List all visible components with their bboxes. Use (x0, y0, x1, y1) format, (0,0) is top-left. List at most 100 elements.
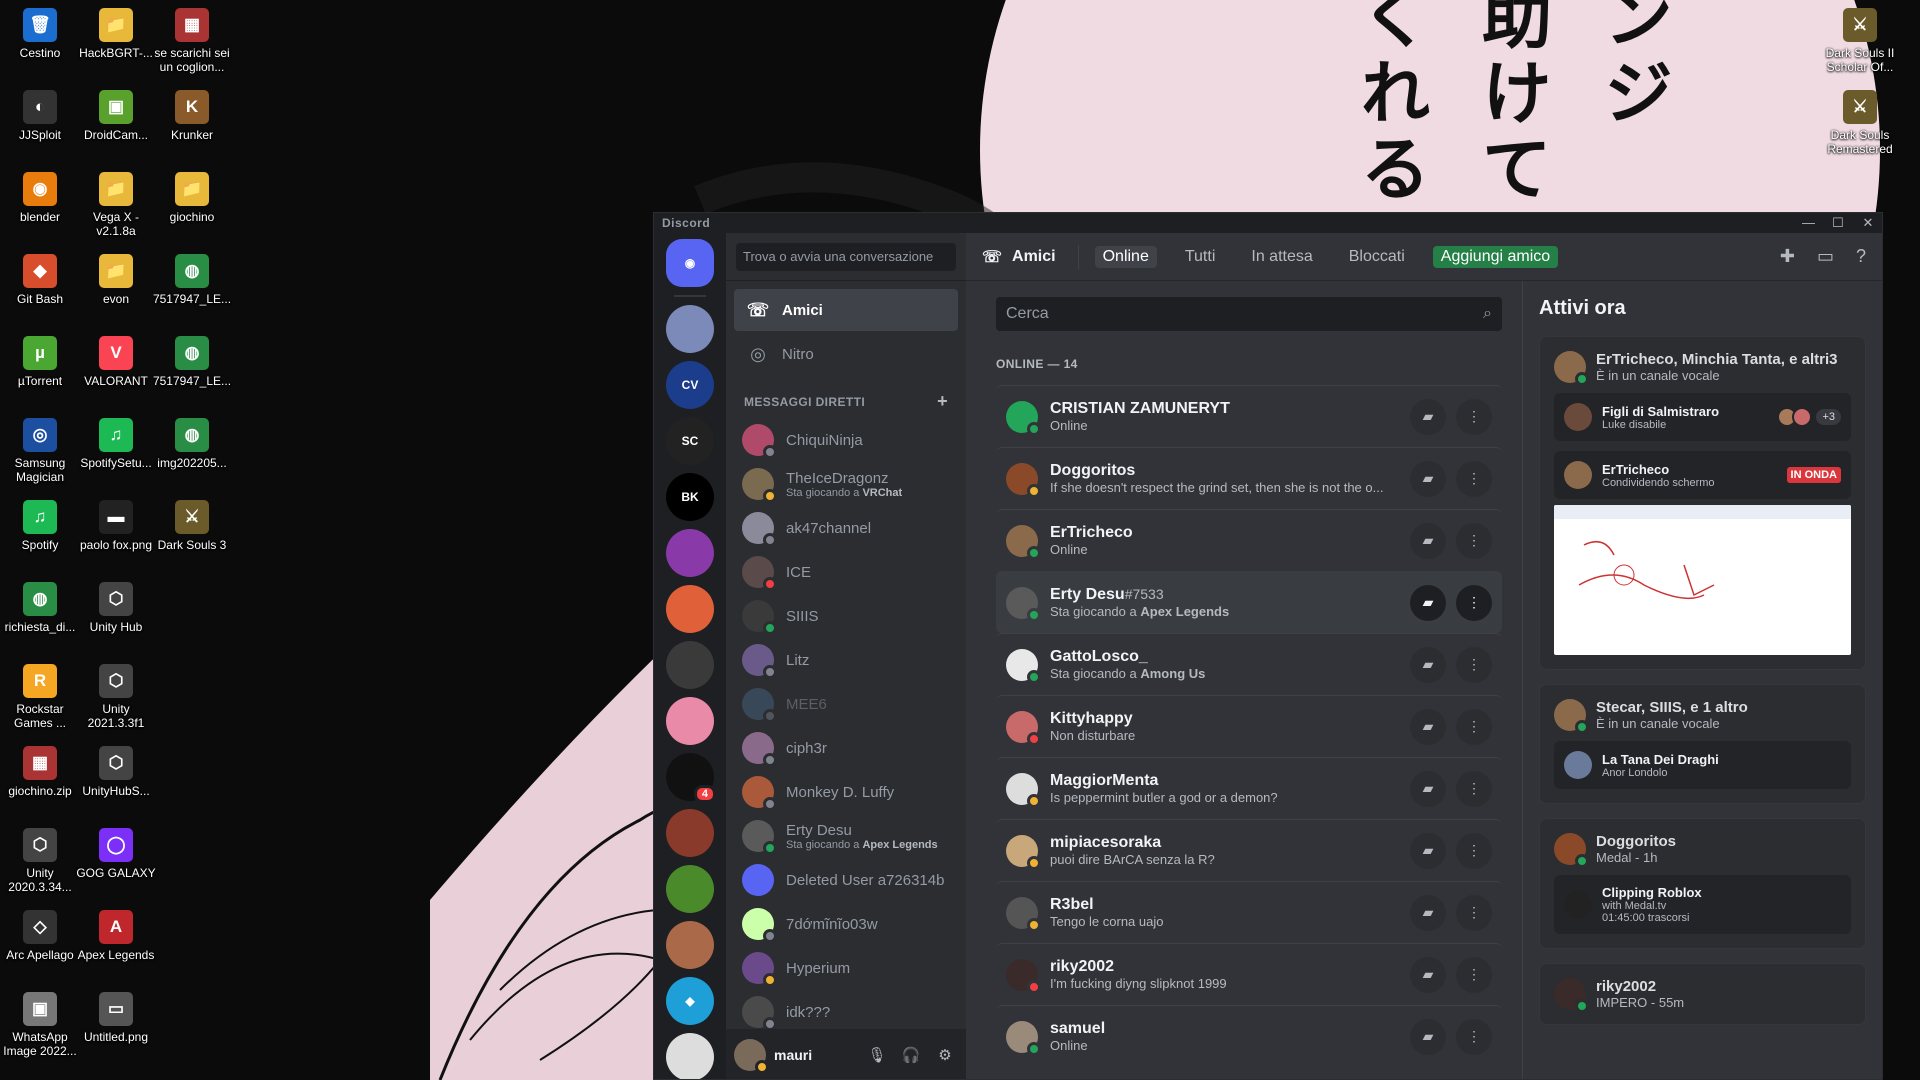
friend-row[interactable]: R3bel Tengo le corna uajo ▰ ⋮ (996, 881, 1502, 943)
desktop-icon-3[interactable]: ◐ JJSploit (0, 90, 80, 142)
friend-avatar[interactable] (1006, 524, 1041, 560)
mic-icon[interactable]: 🎙 (864, 1046, 890, 1064)
dm-item[interactable]: Monkey D. Luffy (734, 770, 958, 814)
more-options-icon[interactable]: ⋮ (1456, 1018, 1492, 1055)
server-icon[interactable] (666, 1033, 714, 1079)
dm-item[interactable]: Deleted User a726314b (734, 858, 958, 902)
friend-row[interactable]: Kittyhappy Non disturbare ▰ ⋮ (996, 695, 1502, 757)
desktop-icon-30[interactable]: A Apex Legends (76, 910, 156, 962)
maximize-button[interactable]: ☐ (1832, 215, 1844, 231)
server-icon[interactable]: ◆ (666, 977, 714, 1025)
message-icon[interactable]: ▰ (1410, 894, 1446, 931)
desktop-icon-1[interactable]: 📁 HackBGRT-... (76, 8, 156, 60)
desktop-icon-12[interactable]: µ µTorrent (0, 336, 80, 388)
desktop-icon-2[interactable]: ▦ se scarichi sei un coglion... (152, 8, 232, 74)
server-icon[interactable]: 4 (666, 753, 716, 803)
friend-avatar[interactable] (1006, 400, 1041, 436)
dm-item[interactable]: Hyperium (734, 946, 958, 990)
desktop-icon-17[interactable]: ◍ img202205... (152, 418, 232, 470)
desktop-icon-25[interactable]: ▦ giochino.zip (0, 746, 80, 798)
dm-item[interactable]: Litz (734, 638, 958, 682)
active-now-card[interactable]: Stecar, SIIIS, e 1 altro È in un canale v… (1539, 684, 1866, 804)
card-avatar[interactable] (1554, 351, 1589, 386)
friend-avatar[interactable] (1006, 958, 1041, 994)
friend-row[interactable]: ErTricheco Online ▰ ⋮ (996, 509, 1502, 571)
activity-avatar[interactable] (1564, 403, 1592, 431)
dm-avatar[interactable] (742, 864, 774, 896)
more-options-icon[interactable]: ⋮ (1456, 956, 1492, 993)
activity-row[interactable]: La Tana Dei Draghi Anor Londolo (1554, 741, 1851, 789)
friends-search-input[interactable]: Cerca ⌕ (996, 297, 1502, 331)
dm-item[interactable]: Erty Desu Sta giocando a Apex Legends (734, 814, 958, 858)
dm-avatar[interactable] (742, 468, 777, 503)
minimize-button[interactable]: — (1802, 215, 1815, 231)
message-icon[interactable]: ▰ (1410, 522, 1446, 559)
desktop-icon-15[interactable]: ◎ Samsung Magician (0, 418, 80, 484)
dm-item[interactable]: ciph3r (734, 726, 958, 770)
desktop-icon-33[interactable]: ⚔ Dark Souls II Scholar Of... (1820, 8, 1900, 74)
desktop-icon-16[interactable]: ♫ SpotifySetu... (76, 418, 156, 470)
card-avatar[interactable] (1554, 699, 1589, 734)
message-icon[interactable]: ▰ (1410, 584, 1446, 621)
desktop-icon-21[interactable]: ◍ richiesta_di... (0, 582, 80, 634)
desktop-icon-24[interactable]: ⬡ Unity 2021.3.3f1 (76, 664, 156, 730)
more-options-icon[interactable]: ⋮ (1456, 832, 1492, 869)
server-icon[interactable] (666, 865, 714, 913)
more-options-icon[interactable]: ⋮ (1456, 646, 1492, 683)
desktop-icon-10[interactable]: 📁 evon (76, 254, 156, 306)
new-group-dm-icon[interactable]: ✚ (1780, 246, 1795, 267)
desktop-icon-26[interactable]: ⬡ UnityHubS... (76, 746, 156, 798)
tab-pending[interactable]: In attesa (1243, 246, 1320, 268)
server-icon[interactable] (666, 305, 714, 353)
friend-avatar[interactable] (1006, 648, 1041, 684)
desktop-icon-4[interactable]: ▣ DroidCam... (76, 90, 156, 142)
tab-online[interactable]: Online (1094, 245, 1157, 268)
desktop-icon-5[interactable]: K Krunker (152, 90, 232, 142)
friend-row[interactable]: riky2002 I'm fucking diyng slipknot 1999 ▰… (996, 943, 1502, 1005)
message-icon[interactable]: ▰ (1410, 832, 1446, 869)
dm-avatar[interactable] (742, 952, 777, 987)
desktop-icon-20[interactable]: ⚔ Dark Souls 3 (152, 500, 232, 552)
dm-avatar[interactable] (742, 644, 777, 679)
desktop-icon-9[interactable]: ◆ Git Bash (0, 254, 80, 306)
server-icon[interactable] (666, 641, 714, 689)
friend-avatar[interactable] (1006, 586, 1041, 622)
server-icon[interactable] (666, 921, 714, 969)
friend-avatar[interactable] (1006, 834, 1041, 870)
dm-avatar[interactable] (742, 600, 777, 635)
help-icon[interactable]: ? (1856, 246, 1866, 267)
desktop-icon-7[interactable]: 📁 Vega X - v2.1.8a (76, 172, 156, 238)
dm-item[interactable]: idk??? (734, 990, 958, 1034)
dm-item[interactable]: SIIIS (734, 594, 958, 638)
server-icon[interactable] (666, 809, 714, 857)
dm-avatar[interactable] (742, 512, 777, 547)
active-now-card[interactable]: Doggoritos Medal - 1h Clipping Roblox with … (1539, 818, 1866, 949)
user-avatar[interactable] (734, 1039, 769, 1074)
tab-all[interactable]: Tutti (1177, 246, 1224, 268)
inbox-icon[interactable]: ▭ (1817, 246, 1834, 267)
friend-avatar[interactable] (1006, 896, 1041, 932)
user-name[interactable]: mauri (774, 1047, 856, 1063)
dm-item[interactable]: MEE6 (734, 682, 958, 726)
more-options-icon[interactable]: ⋮ (1456, 460, 1492, 497)
message-icon[interactable]: ▰ (1410, 398, 1446, 435)
message-icon[interactable]: ▰ (1410, 956, 1446, 993)
close-button[interactable]: ✕ (1862, 215, 1874, 231)
dm-avatar[interactable] (742, 556, 777, 591)
friend-avatar[interactable] (1006, 772, 1041, 808)
more-options-icon[interactable]: ⋮ (1456, 398, 1492, 435)
message-icon[interactable]: ▰ (1410, 460, 1446, 497)
server-icon[interactable]: SC (666, 417, 714, 465)
friend-avatar[interactable] (1006, 1020, 1041, 1056)
headphones-icon[interactable]: 🎧 (898, 1046, 924, 1064)
more-options-icon[interactable]: ⋮ (1456, 894, 1492, 931)
active-now-card[interactable]: riky2002 IMPERO - 55m (1539, 963, 1866, 1025)
message-icon[interactable]: ▰ (1410, 708, 1446, 745)
friend-row[interactable]: mipiacesoraka puoi dire BArCA senza la R?… (996, 819, 1502, 881)
desktop-icon-28[interactable]: ◯ GOG GALAXY (76, 828, 156, 880)
desktop-icon-34[interactable]: ⚔ Dark Souls Remastered (1820, 90, 1900, 156)
nav-nitro[interactable]: ◎ Nitro (734, 333, 958, 375)
active-now-card[interactable]: ErTricheco, Minchia Tanta, e altri3 È in … (1539, 336, 1866, 670)
create-dm-icon[interactable]: + (937, 391, 948, 412)
desktop-icon-8[interactable]: 📁 giochino (152, 172, 232, 224)
